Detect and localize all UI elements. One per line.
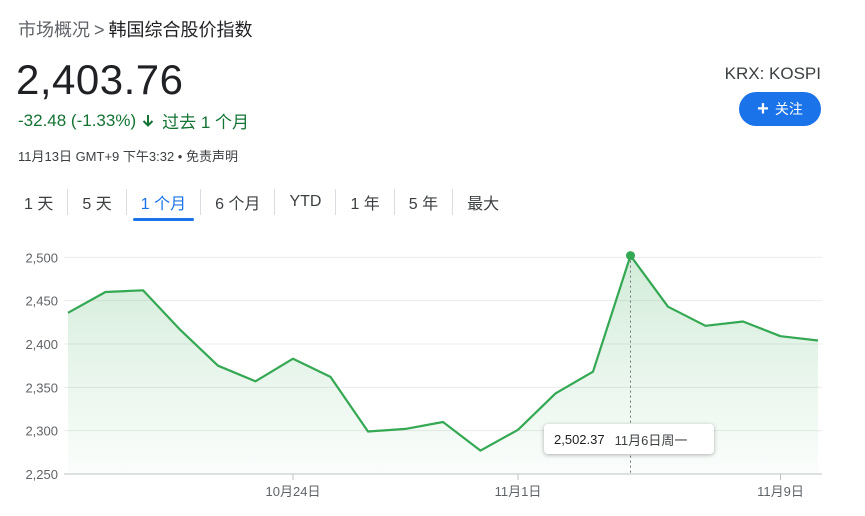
x-tick-label: 10月24日 [266,484,321,499]
y-tick-label: 2,300 [25,424,58,439]
tooltip-value: 2,502.37 [554,431,605,447]
tab-1-year[interactable]: 1 年 [336,184,393,220]
y-tick-label: 2,350 [25,380,58,395]
price-change-row: -32.48 (-1.33%) 过去 1 个月 [18,108,249,133]
quote-meta: 11月13日 GMT+9 下午3:32 • 免责声明 [18,149,238,164]
breadcrumb-parent-link[interactable]: 市场概况 [18,20,90,40]
x-tick-label: 11月9日 [757,484,804,499]
plus-icon: + [757,98,769,120]
tab-max[interactable]: 最大 [453,184,513,220]
tab-5-years[interactable]: 5 年 [395,184,452,220]
hover-point [626,251,635,261]
follow-button-label: 关注 [774,101,803,117]
arrow-down-icon [140,113,156,129]
x-tick-label: 11月1日 [495,484,542,499]
y-tick-label: 2,450 [25,294,58,309]
breadcrumb-separator: > [94,20,105,40]
exchange-ticker: KRX: KOSPI [724,64,821,83]
breadcrumb: 市场概况 > 韩国综合股价指数 [18,16,253,42]
tab-1-month[interactable]: 1 个月 [127,184,200,221]
chart-tooltip: 2,502.37 11月6日周一 [544,424,714,454]
tab-6-months[interactable]: 6 个月 [201,184,274,220]
y-tick-label: 2,500 [25,250,58,265]
range-tabs: 1 天 5 天 1 个月 6 个月 YTD 1 年 5 年 最大 [10,184,513,221]
tab-5-days[interactable]: 5 天 [68,184,125,220]
price-change: -32.48 (-1.33%) [18,110,137,130]
index-price: 2,403.76 [16,56,184,103]
tab-1-day[interactable]: 1 天 [10,184,67,220]
tab-ytd[interactable]: YTD [275,184,335,220]
follow-button[interactable]: + 关注 [739,92,821,126]
change-period: 过去 1 个月 [162,113,250,132]
y-tick-label: 2,400 [25,337,58,352]
tooltip-date: 11月6日周一 [614,432,688,448]
breadcrumb-current: 韩国综合股价指数 [108,20,253,40]
y-tick-label: 2,250 [25,467,58,482]
price-chart[interactable]: 2,250 2,300 2,350 2,400 2,450 2,500 10月24日 11月… [0,232,865,516]
